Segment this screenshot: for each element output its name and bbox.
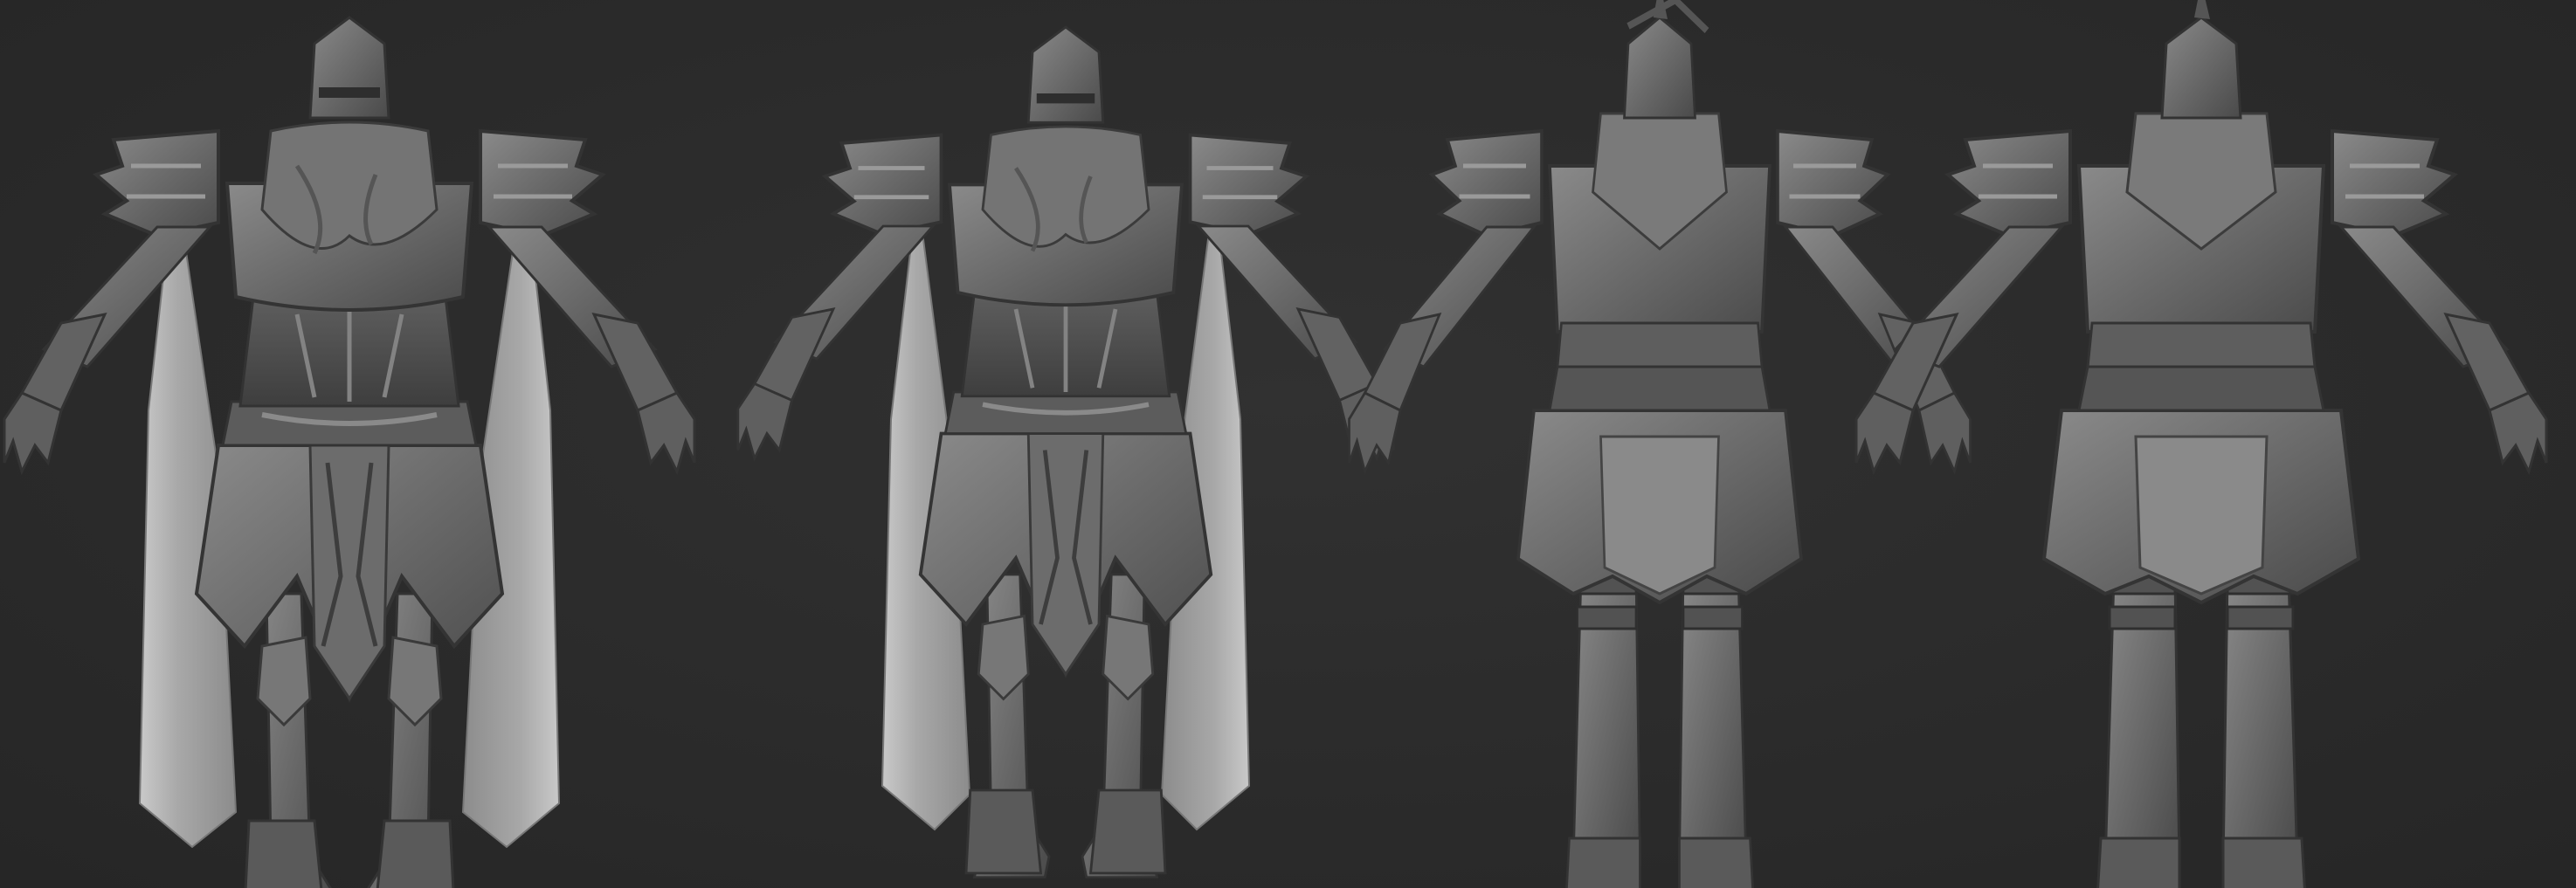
knight-front-view-alt [738,27,1394,878]
sculpt-viewport [0,0,2576,888]
knight-front-view [4,17,694,888]
knight-turnaround-render [0,0,2576,888]
